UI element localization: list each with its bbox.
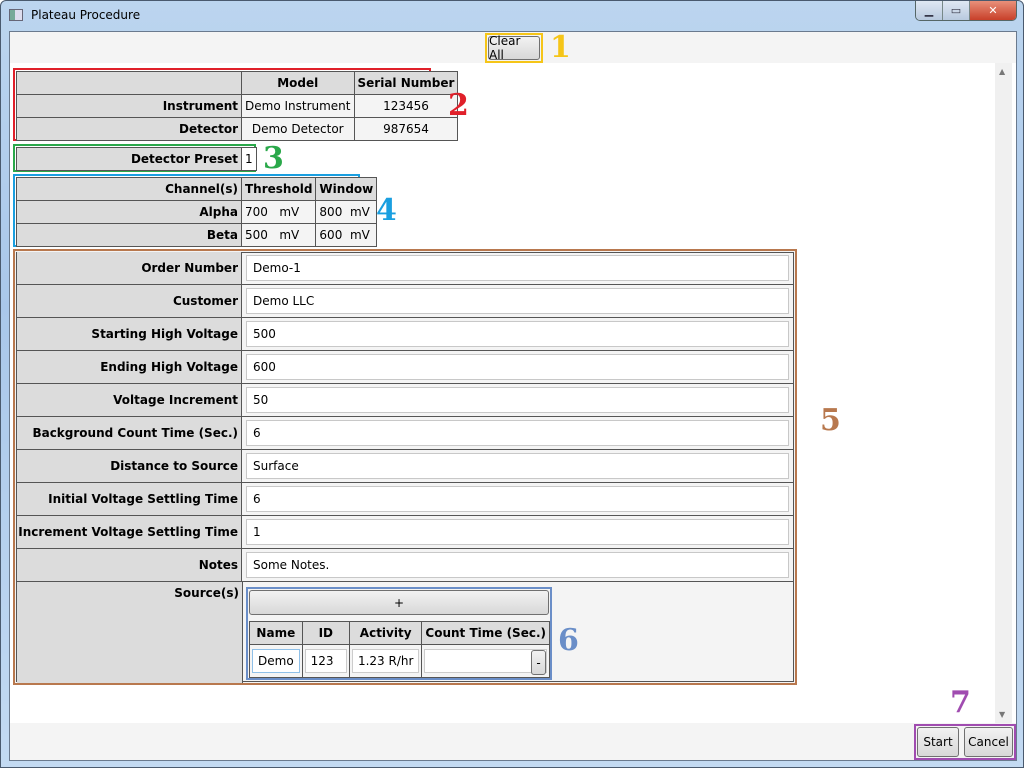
field-input[interactable]: Demo LLC xyxy=(246,288,789,314)
title-bar: Plateau Procedure ▁ ▭ ✕ xyxy=(1,1,1024,31)
table-row: Alpha 700 mV 800 mV xyxy=(16,200,378,224)
table-row: Beta 500 mV 600 mV xyxy=(16,223,378,247)
field-label: Distance to Source xyxy=(17,450,242,482)
sources-label: Source(s) xyxy=(17,582,243,683)
source-count-time-input[interactable]: 1 xyxy=(424,649,547,673)
channels-table: Channel(s) Threshold Window Alpha 700 mV 800… xyxy=(16,177,378,247)
scroll-down-icon[interactable]: ▼ xyxy=(999,710,1005,719)
maximize-button[interactable]: ▭ xyxy=(943,1,970,20)
table-row: Detector Demo Detector 987654 xyxy=(16,117,459,141)
field-input[interactable]: Demo-1 xyxy=(246,255,789,281)
detector-preset: Detector Preset 1 xyxy=(16,147,257,171)
annotation-3: 3 xyxy=(263,141,284,176)
scroll-up-icon[interactable]: ▲ xyxy=(999,67,1005,76)
minimize-button[interactable]: ▁ xyxy=(916,1,943,20)
form-row: Order Number Demo-1 xyxy=(17,252,793,285)
form-row: Distance to Source Surface xyxy=(17,450,793,483)
window-title: Plateau Procedure xyxy=(31,8,141,22)
source-name-input[interactable]: Demo xyxy=(252,649,300,673)
annotation-7: 7 xyxy=(950,685,971,720)
client-area: Clear All 1 ▲ ▼ Model Serial Number Instr… xyxy=(9,30,1017,761)
annotation-6: 6 xyxy=(558,623,579,658)
highlight-1 xyxy=(485,33,543,63)
annotation-5: 5 xyxy=(820,403,841,438)
field-input[interactable]: 600 xyxy=(246,354,789,380)
field-input[interactable]: 6 xyxy=(246,420,789,446)
sources-panel: + Name ID Activity Count Time (Sec.) Demo 12… xyxy=(246,587,552,680)
field-input[interactable]: 500 xyxy=(246,321,789,347)
remove-source-button[interactable]: - xyxy=(531,650,546,675)
field-label: Initial Voltage Settling Time (Sec.) xyxy=(17,483,242,538)
form-row: Customer Demo LLC xyxy=(17,285,793,318)
order-form: Order Number Demo-1 Customer Demo LLC Starti… xyxy=(16,252,794,683)
field-label: Customer xyxy=(17,285,242,317)
field-label: Order Number xyxy=(17,252,242,284)
preset-value: 1 xyxy=(241,147,257,171)
add-source-button[interactable]: + xyxy=(249,590,549,615)
form-row: Increment Voltage Settling Time (Sec.)1 xyxy=(17,516,793,571)
app-icon xyxy=(9,9,23,21)
field-label: Background Count Time (Sec.) xyxy=(17,417,242,449)
scroll-content: ▲ ▼ Model Serial Number Instrument Demo In… xyxy=(10,63,1016,723)
cancel-button[interactable]: Cancel xyxy=(964,727,1013,757)
start-button[interactable]: Start xyxy=(917,727,959,757)
table-row: Instrument Demo Instrument 123456 xyxy=(16,94,459,118)
window: Plateau Procedure ▁ ▭ ✕ Clear All 1 ▲ ▼ … xyxy=(0,0,1024,768)
header-serial: Serial Number xyxy=(353,71,459,95)
field-input[interactable]: 6 xyxy=(246,486,789,512)
table-row: Demo1231.23 R/hr1 xyxy=(249,644,550,678)
annotation-4: 4 xyxy=(376,193,397,228)
field-label: Starting High Voltage xyxy=(17,318,242,350)
field-label: Voltage Increment xyxy=(17,384,242,416)
annotation-2: 2 xyxy=(448,88,469,123)
form-row: Initial Voltage Settling Time (Sec.)6 xyxy=(17,483,793,538)
form-row: Starting High Voltage 500 xyxy=(17,318,793,351)
field-label: Increment Voltage Settling Time (Sec.) xyxy=(17,516,242,571)
field-input[interactable]: 50 xyxy=(246,387,789,413)
field-label: Notes xyxy=(17,549,242,581)
field-input[interactable]: 1 xyxy=(246,519,789,545)
form-row: Notes Some Notes. xyxy=(17,549,793,582)
field-label: Ending High Voltage xyxy=(17,351,242,383)
equipment-table: Model Serial Number Instrument Demo Instru… xyxy=(16,71,459,141)
field-input[interactable]: Some Notes. xyxy=(246,552,789,578)
form-row: Background Count Time (Sec.) 6 xyxy=(17,417,793,450)
header-model: Model xyxy=(241,71,355,95)
field-input[interactable]: Surface xyxy=(246,453,789,479)
source-id-input[interactable]: 123 xyxy=(304,649,347,673)
sources-table: Name ID Activity Count Time (Sec.) Demo 123 1… xyxy=(249,621,550,678)
form-row: Ending High Voltage 600 xyxy=(17,351,793,384)
vertical-scrollbar[interactable]: ▲ ▼ xyxy=(995,63,1012,723)
source-activity-input[interactable]: 1.23 R/hr xyxy=(351,649,420,673)
annotation-1: 1 xyxy=(550,30,571,65)
close-button[interactable]: ✕ xyxy=(970,1,1016,20)
form-row: Voltage Increment 50 xyxy=(17,384,793,417)
